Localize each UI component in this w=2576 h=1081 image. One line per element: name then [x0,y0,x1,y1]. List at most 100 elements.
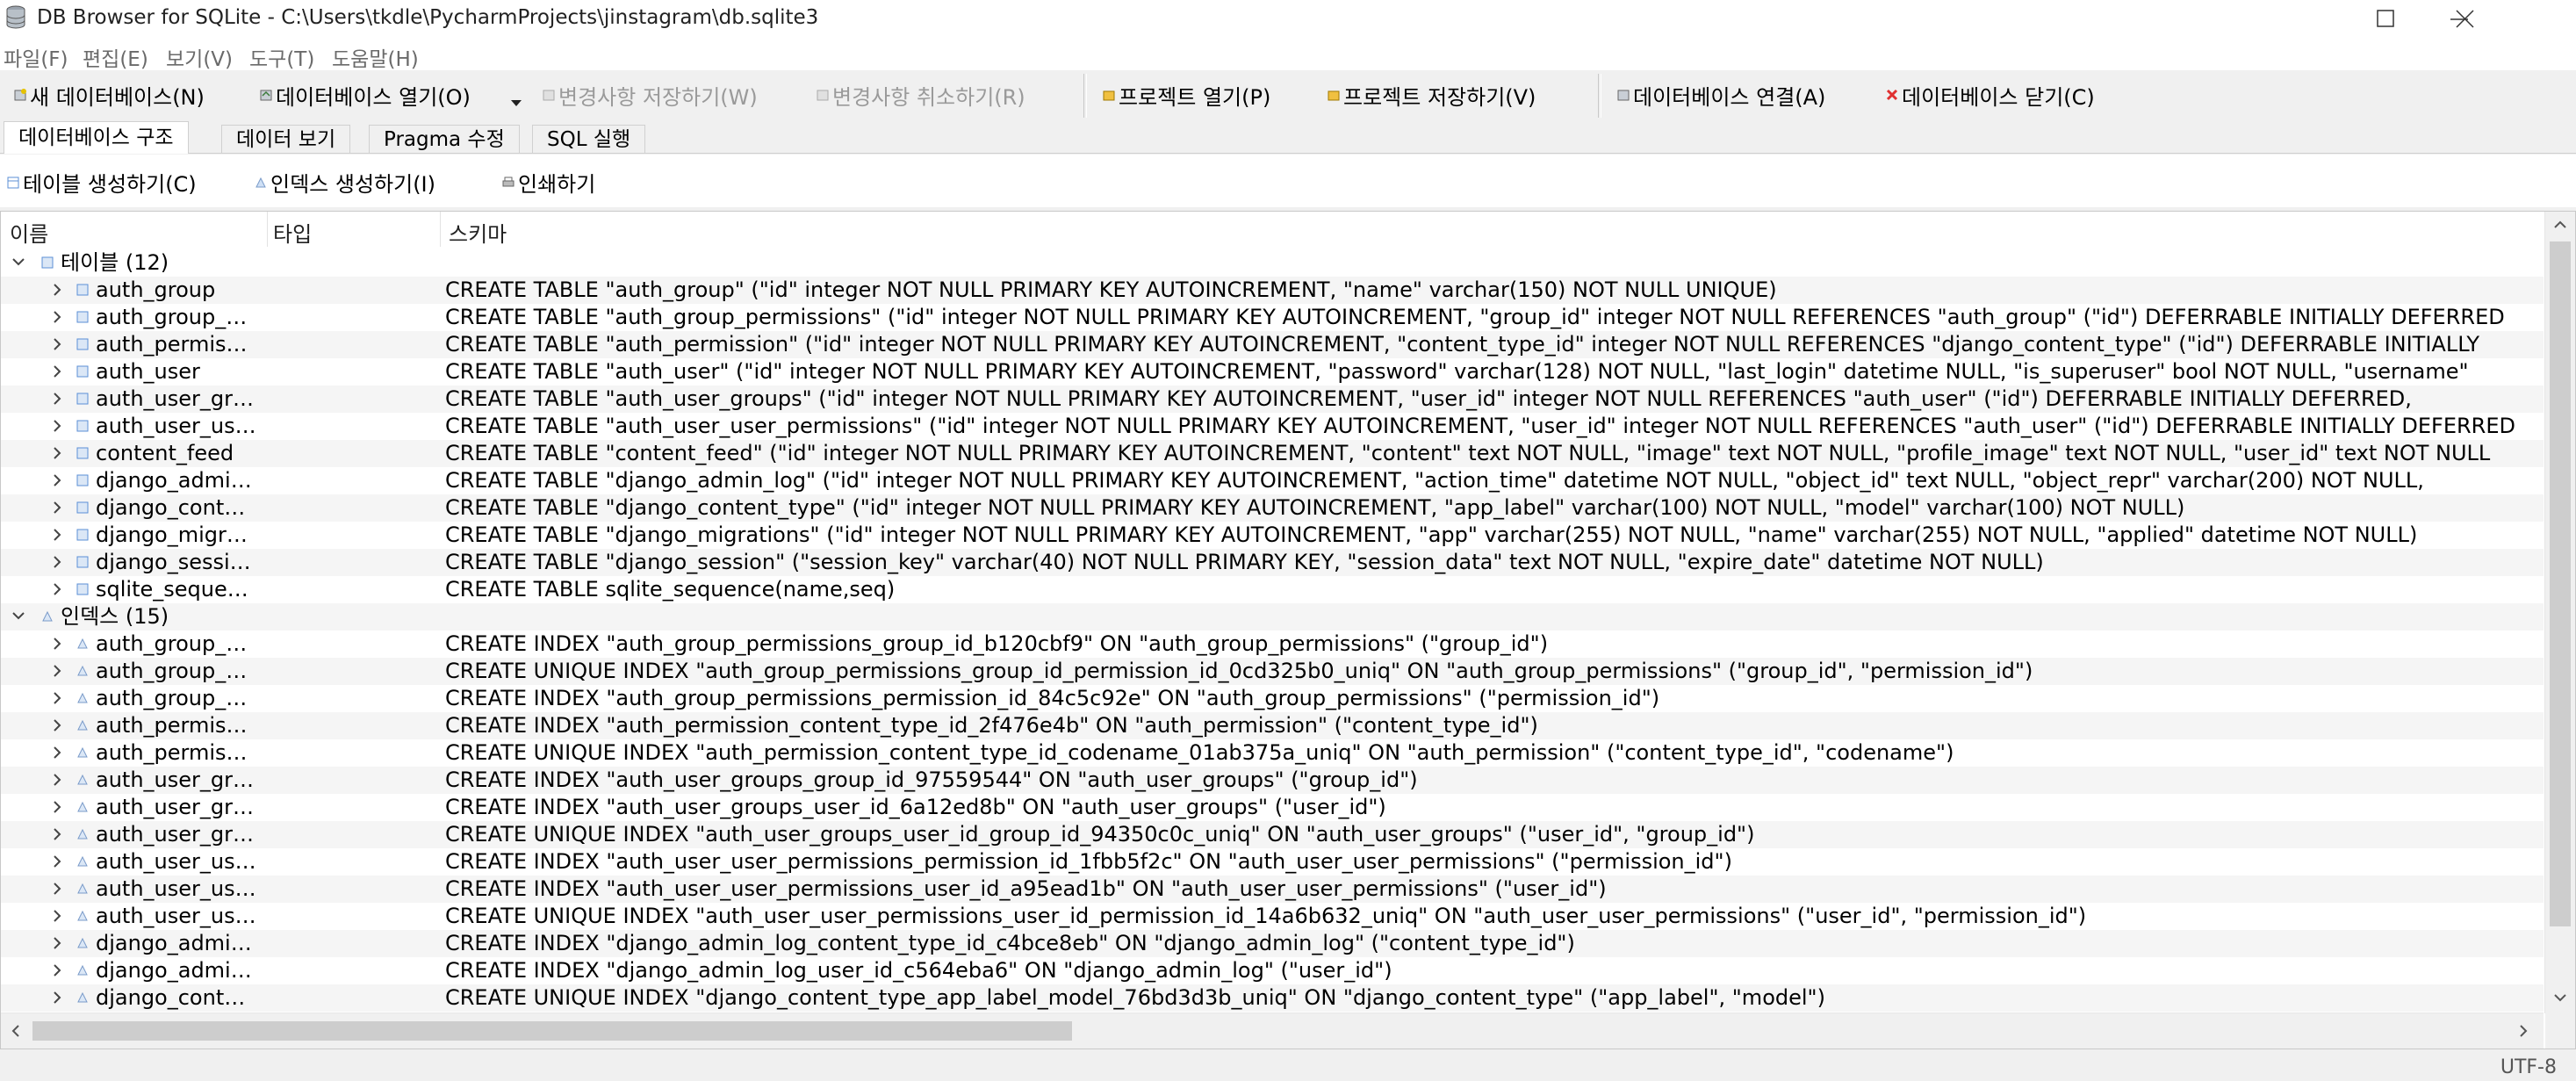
expand-index-icon[interactable] [50,848,64,876]
index-row[interactable]: auth_user_gr… CREATE UNIQUE INDEX "auth_u… [1,821,2544,848]
open-project-button[interactable]: 프로젝트 열기(P) [1103,77,1270,112]
index-row[interactable]: auth_user_gr… CREATE INDEX "auth_user_gro… [1,767,2544,794]
index-row[interactable]: django_admi… CREATE INDEX "django_admin_l… [1,957,2544,984]
schema-tree[interactable]: 이름 타입 스키마 테이블 (12) auth_group CREATE TABLE… [0,211,2576,1049]
index-icon [77,665,88,676]
menu-edit[interactable]: 편집(E) [83,42,148,72]
indexes-group-row[interactable]: 인덱스 (15) [1,603,2544,631]
horizontal-scrollbar[interactable] [1,1013,2544,1049]
scroll-right-icon[interactable] [2519,1025,2528,1037]
table-row[interactable]: content_feed CREATE TABLE "content_feed" … [1,440,2544,467]
index-schema: CREATE UNIQUE INDEX "auth_group_permissi… [445,659,2033,683]
expand-table-icon[interactable] [50,467,64,494]
create-table-button[interactable]: 테이블 생성하기(C) [7,167,197,198]
table-row[interactable]: auth_user_gr… CREATE TABLE "auth_user_gro… [1,386,2544,413]
close-button[interactable] [2425,0,2495,37]
table-row[interactable]: auth_group_… CREATE TABLE "auth_group_per… [1,304,2544,331]
scroll-down-icon[interactable] [2554,993,2566,1002]
open-database-button[interactable]: 데이터베이스 열기(O) [260,77,471,112]
tab-database-structure[interactable]: 데이터베이스 구조 [4,121,189,154]
table-row[interactable]: auth_group CREATE TABLE "auth_group" ("id… [1,277,2544,304]
table-row[interactable]: sqlite_seque… CREATE TABLE sqlite_sequenc… [1,576,2544,603]
expand-index-icon[interactable] [50,685,64,712]
collapse-indexes-icon[interactable] [11,603,25,631]
index-row[interactable]: auth_group_… CREATE INDEX "auth_group_per… [1,685,2544,712]
index-row[interactable]: django_admi… CREATE INDEX "django_admin_l… [1,930,2544,957]
index-row[interactable]: auth_user_gr… CREATE INDEX "auth_user_gro… [1,794,2544,821]
expand-table-icon[interactable] [50,386,64,413]
expand-table-icon[interactable] [50,440,64,467]
open-database-dropdown-icon[interactable] [511,100,522,107]
table-name: django_admi… [96,468,252,493]
table-icon [76,583,89,595]
index-icon [77,910,88,921]
expand-table-icon[interactable] [50,304,64,331]
column-divider[interactable] [267,212,268,247]
expand-index-icon[interactable] [50,984,64,1012]
table-row[interactable]: auth_user_us… CREATE TABLE "auth_user_use… [1,413,2544,440]
index-row[interactable]: auth_permis… CREATE UNIQUE INDEX "auth_pe… [1,739,2544,767]
index-row[interactable]: auth_permis… CREATE INDEX "auth_permissio… [1,712,2544,739]
index-row[interactable]: auth_user_us… CREATE UNIQUE INDEX "auth_u… [1,903,2544,930]
index-row[interactable]: auth_user_us… CREATE INDEX "auth_user_use… [1,876,2544,903]
save-project-button[interactable]: 프로젝트 저장하기(V) [1328,77,1536,112]
expand-index-icon[interactable] [50,957,64,984]
print-button[interactable]: 인쇄하기 [502,167,595,198]
index-name: auth_user_us… [96,904,256,928]
collapse-tables-icon[interactable] [11,249,25,277]
vertical-scroll-thumb[interactable] [2550,241,2571,926]
expand-table-icon[interactable] [50,549,64,576]
create-index-button[interactable]: 인덱스 생성하기(I) [255,167,435,198]
expand-table-icon[interactable] [50,331,64,358]
new-database-button[interactable]: 새 데이터베이스(N) [14,77,205,112]
table-row[interactable]: auth_user CREATE TABLE "auth_user" ("id" … [1,358,2544,386]
expand-table-icon[interactable] [50,358,64,386]
expand-index-icon[interactable] [50,631,64,658]
expand-table-icon[interactable] [50,413,64,440]
tables-group-row[interactable]: 테이블 (12) [1,249,2544,277]
index-schema: CREATE UNIQUE INDEX "auth_user_groups_us… [445,822,1755,847]
tab-execute-sql[interactable]: SQL 실행 [532,125,646,153]
menu-help[interactable]: 도움말(H) [332,42,419,72]
write-changes-button[interactable]: 변경사항 저장하기(W) [543,77,758,112]
expand-index-icon[interactable] [50,821,64,848]
tab-edit-pragmas[interactable]: Pragma 수정 [369,125,520,153]
index-row[interactable]: auth_group_… CREATE INDEX "auth_group_per… [1,631,2544,658]
horizontal-scroll-thumb[interactable] [32,1021,1072,1041]
menu-file[interactable]: 파일(F) [4,42,68,72]
column-header-schema[interactable]: 스키마 [449,217,507,248]
expand-index-icon[interactable] [50,712,64,739]
index-row[interactable]: auth_user_us… CREATE INDEX "auth_user_use… [1,848,2544,876]
expand-table-icon[interactable] [50,494,64,522]
expand-table-icon[interactable] [50,277,64,304]
vertical-scrollbar[interactable] [2544,212,2575,1013]
scroll-up-icon[interactable] [2554,220,2566,229]
expand-index-icon[interactable] [50,930,64,957]
column-header-name[interactable]: 이름 [10,217,48,248]
expand-index-icon[interactable] [50,767,64,794]
menu-tools[interactable]: 도구(T) [249,42,314,72]
revert-changes-button[interactable]: 변경사항 취소하기(R) [817,77,1025,112]
maximize-button[interactable] [2346,0,2425,37]
expand-table-icon[interactable] [50,576,64,603]
expand-index-icon[interactable] [50,794,64,821]
index-row[interactable]: django_cont… CREATE UNIQUE INDEX "django_… [1,984,2544,1012]
expand-table-icon[interactable] [50,522,64,549]
column-divider[interactable] [440,212,441,247]
expand-index-icon[interactable] [50,876,64,903]
table-row[interactable]: auth_permis… CREATE TABLE "auth_permissio… [1,331,2544,358]
column-header-type[interactable]: 타입 [273,217,312,248]
table-row[interactable]: django_cont… CREATE TABLE "django_content… [1,494,2544,522]
scroll-left-icon[interactable] [11,1025,20,1037]
tab-browse-data[interactable]: 데이터 보기 [221,125,351,153]
close-database-button[interactable]: 데이터베이스 닫기(C) [1886,77,2095,112]
table-row[interactable]: django_admi… CREATE TABLE "django_admin_l… [1,467,2544,494]
attach-database-button[interactable]: 데이터베이스 연결(A) [1617,77,1825,112]
menu-view[interactable]: 보기(V) [166,42,233,72]
table-row[interactable]: django_sessi… CREATE TABLE "django_sessio… [1,549,2544,576]
expand-index-icon[interactable] [50,658,64,685]
index-row[interactable]: auth_group_… CREATE UNIQUE INDEX "auth_gr… [1,658,2544,685]
table-row[interactable]: django_migr… CREATE TABLE "django_migrati… [1,522,2544,549]
expand-index-icon[interactable] [50,739,64,767]
expand-index-icon[interactable] [50,903,64,930]
